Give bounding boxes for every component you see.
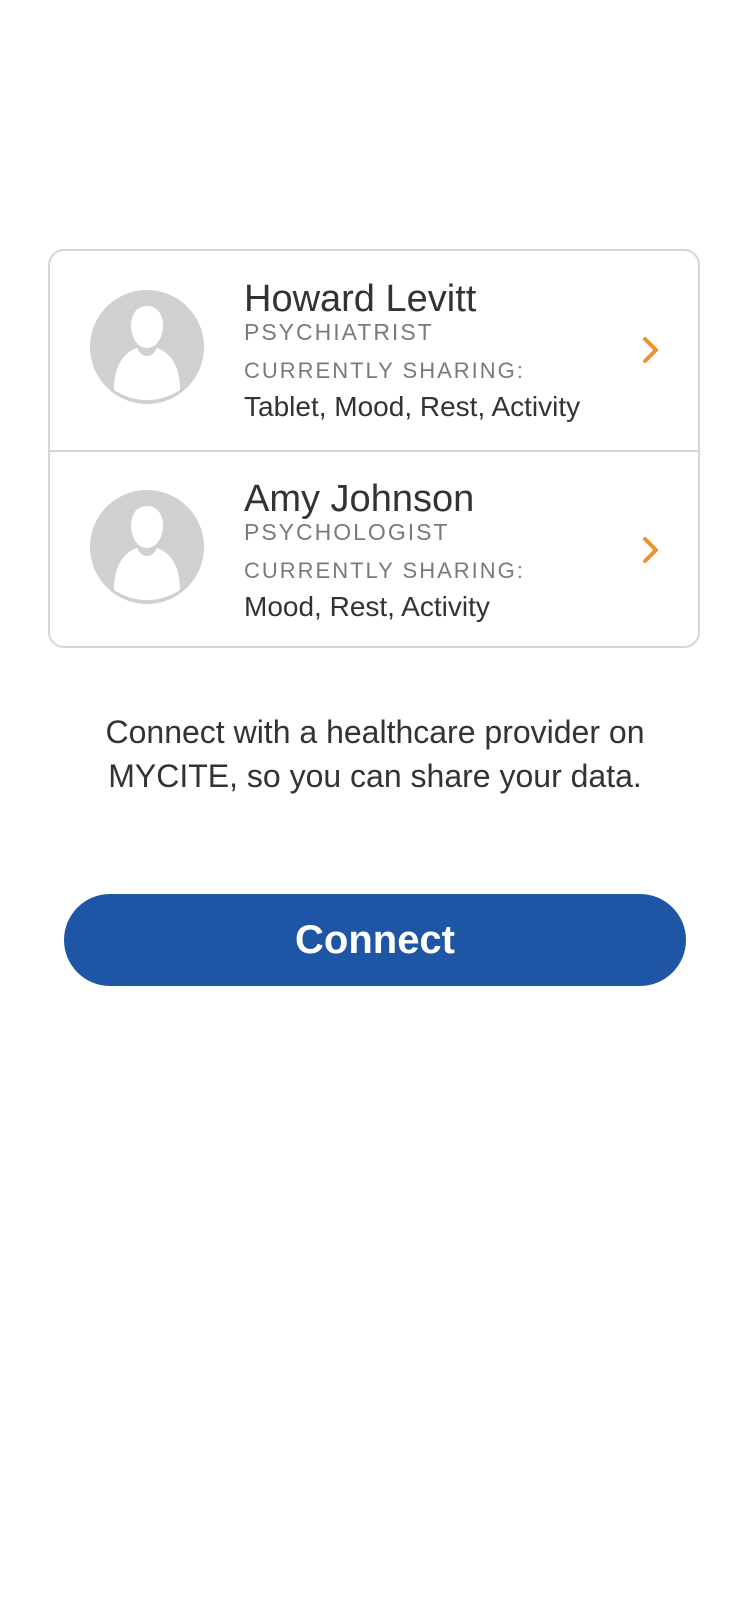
sharing-label: CURRENTLY SHARING: [244, 558, 525, 583]
chevron-right-icon[interactable] [640, 335, 662, 365]
provider-row-howard-levitt[interactable]: Howard Levitt PSYCHIATRIST CURRENTLY SHA… [50, 251, 698, 450]
person-avatar-icon [90, 290, 204, 404]
provider-row-amy-johnson[interactable]: Amy Johnson PSYCHOLOGIST CURRENTLY SHARI… [50, 451, 698, 646]
chevron-right-icon[interactable] [640, 535, 662, 565]
sharing-label: CURRENTLY SHARING: [244, 358, 525, 383]
provider-name: Howard Levitt [244, 278, 477, 320]
provider-name: Amy Johnson [244, 478, 475, 520]
provider-role: PSYCHIATRIST [244, 319, 434, 345]
connect-button[interactable]: Connect [64, 894, 686, 986]
person-avatar-icon [90, 490, 204, 604]
sharing-value: Mood, Rest, Activity [244, 591, 490, 622]
connect-message: Connect with a healthcare provider on MY… [105, 714, 645, 794]
provider-list-card: Howard Levitt PSYCHIATRIST CURRENTLY SHA… [48, 249, 700, 648]
provider-role: PSYCHOLOGIST [244, 519, 450, 545]
provider-info: Howard Levitt PSYCHIATRIST CURRENTLY SHA… [244, 279, 634, 423]
sharing-value: Tablet, Mood, Rest, Activity [244, 391, 581, 422]
provider-info: Amy Johnson PSYCHOLOGIST CURRENTLY SHARI… [244, 479, 634, 623]
